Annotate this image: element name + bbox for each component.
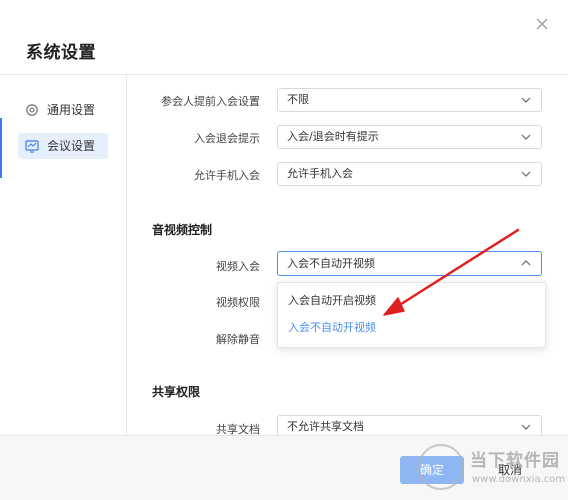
chevron-down-icon [521,171,531,177]
share-section-title: 共享权限 [152,385,201,399]
select-value: 不限 [287,93,309,106]
sidebar-item-label: 通用设置 [47,103,96,117]
ok-button[interactable]: 确定 [400,456,464,484]
early-join-label: 参会人提前入会设置 [161,95,260,108]
dropdown-option-selected[interactable]: 入会不自动开视频 [288,319,376,335]
chevron-down-icon [521,97,531,103]
select-value: 允许手机入会 [287,167,353,180]
av-section-title: 音视频控制 [152,223,213,237]
chevron-down-icon [521,424,531,430]
video-join-select[interactable]: 入会不自动开视频 [277,251,542,276]
video-join-dropdown: 入会自动开启视频 入会不自动开视频 [277,282,546,348]
early-join-select[interactable]: 不限 [277,88,542,112]
join-leave-tip-label: 入会退会提示 [194,132,260,145]
sidebar-item-meeting[interactable]: 会议设置 [18,133,108,159]
dialog-footer: 确定 取消 [0,436,568,500]
dialog-title: 系统设置 [26,43,96,63]
chevron-down-icon [521,134,531,140]
select-value: 入会/退会时有提示 [287,130,379,143]
sidebar-item-general[interactable]: 通用设置 [18,97,108,123]
sidebar: 通用设置 会议设置 [0,75,127,435]
cancel-button[interactable]: 取消 [478,456,542,484]
join-leave-tip-select[interactable]: 入会/退会时有提示 [277,125,542,149]
phone-join-select[interactable]: 允许手机入会 [277,162,542,186]
share-doc-label: 共享文档 [216,423,260,435]
chevron-up-icon [521,260,531,266]
settings-content: 参会人提前入会设置 不限 入会退会提示 入会/退会时有提示 允许手机入会 允许手… [127,75,568,435]
close-icon[interactable] [532,14,552,34]
settings-dialog: 系统设置 通用设置 会议设置 参会人提前入会设置 不限 入会退会提示 入会/退会… [0,0,568,500]
sidebar-item-label: 会议设置 [47,139,96,153]
select-value: 不允许共享文档 [287,420,364,433]
share-doc-select[interactable]: 不允许共享文档 [277,415,542,435]
video-perm-label: 视频权限 [216,296,260,309]
video-join-label: 视频入会 [216,260,260,273]
meeting-icon [25,140,39,153]
unmute-label: 解除静音 [216,333,260,346]
gear-icon [26,104,38,116]
select-value: 入会不自动开视频 [287,257,375,270]
dropdown-option[interactable]: 入会自动开启视频 [288,292,376,308]
phone-join-label: 允许手机入会 [194,169,260,182]
